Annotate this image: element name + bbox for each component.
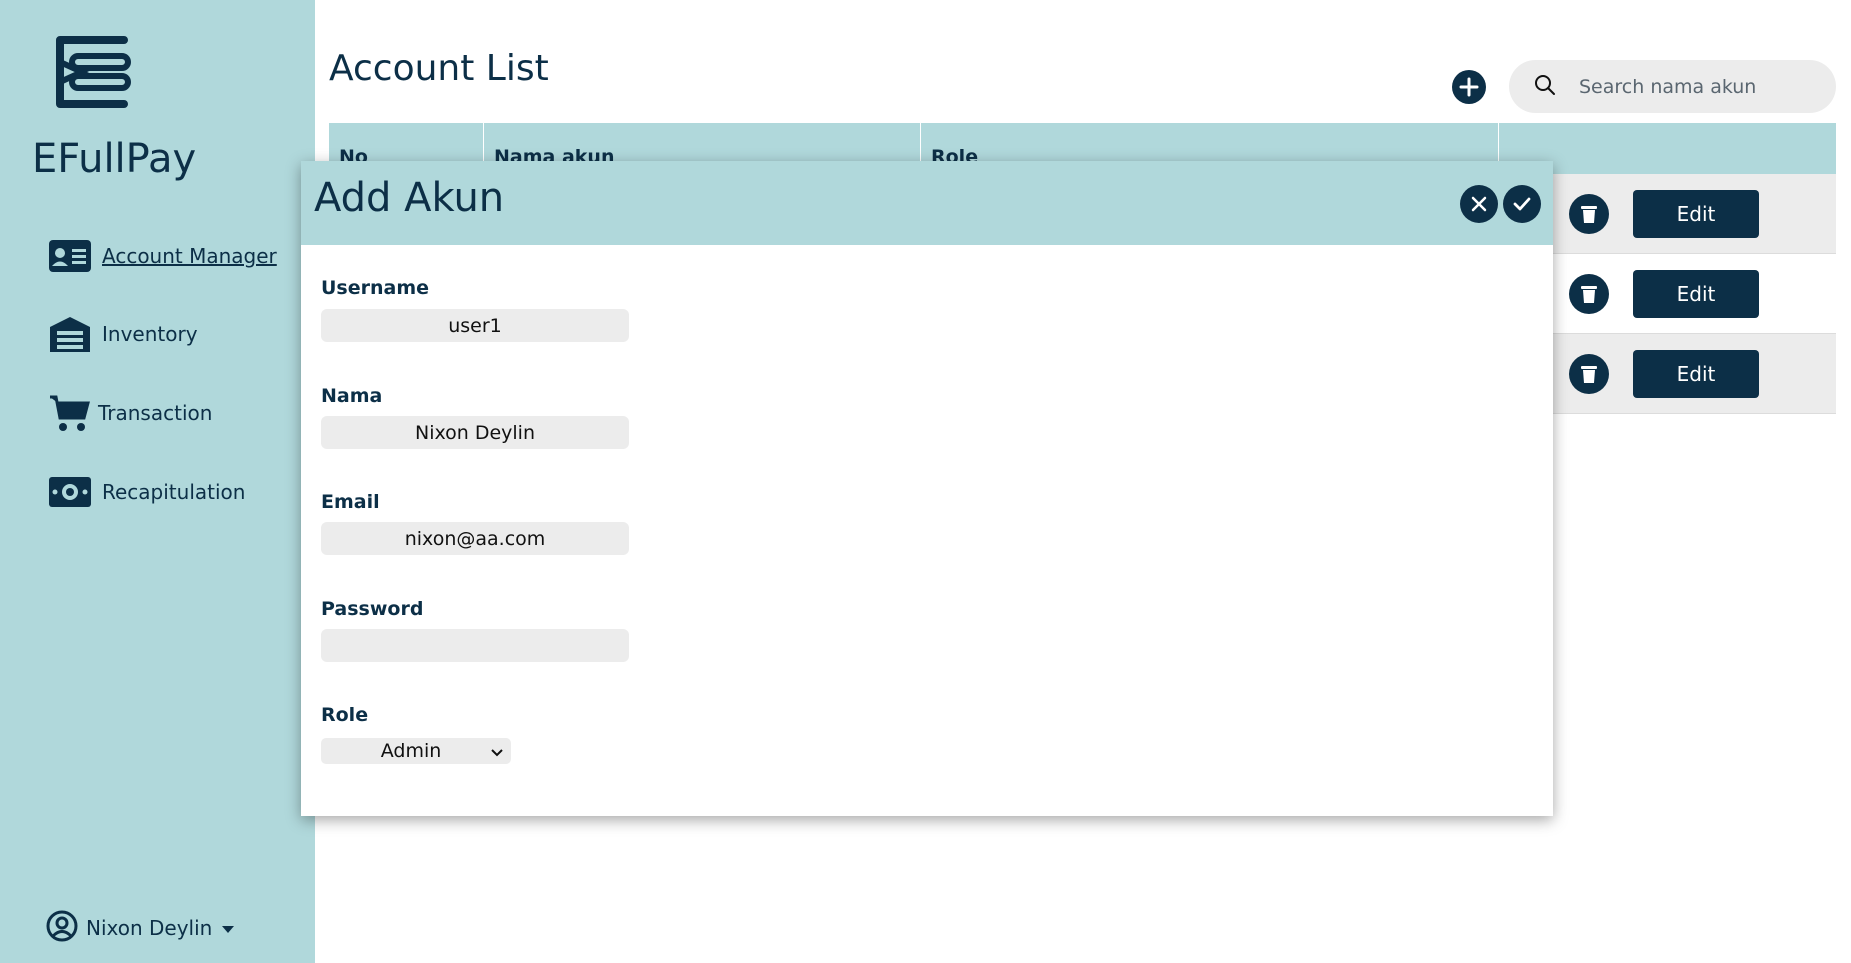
edit-button[interactable]: Edit xyxy=(1633,189,1759,238)
plus-icon xyxy=(1459,77,1479,97)
warehouse-icon xyxy=(48,314,94,354)
edit-button[interactable]: Edit xyxy=(1633,269,1759,318)
add-account-modal: Add Akun Username Nama Email Password Ro… xyxy=(301,161,1553,816)
nama-input[interactable] xyxy=(321,416,629,449)
user-menu[interactable]: Nixon Deylin xyxy=(46,910,235,946)
email-label: Email xyxy=(321,491,380,513)
delete-button[interactable] xyxy=(1569,353,1609,394)
trash-icon xyxy=(1581,205,1597,223)
search-input[interactable] xyxy=(1579,75,1819,98)
nama-label: Nama xyxy=(321,385,383,407)
edit-button[interactable]: Edit xyxy=(1633,349,1759,398)
password-input[interactable] xyxy=(321,629,629,662)
password-label: Password xyxy=(321,598,424,620)
role-label: Role xyxy=(321,704,369,726)
confirm-button[interactable] xyxy=(1503,185,1541,223)
sidebar-item-label: Account Manager xyxy=(102,244,277,268)
modal-title: Add Akun xyxy=(314,175,505,221)
sidebar-item-transaction[interactable]: Transaction xyxy=(48,391,212,435)
trash-icon xyxy=(1581,285,1597,303)
email-input[interactable] xyxy=(321,522,629,555)
id-card-icon xyxy=(48,236,94,276)
sidebar-item-label: Recapitulation xyxy=(102,480,246,504)
role-selected-value: Admin xyxy=(380,740,442,762)
brand-name: EFullPay xyxy=(32,136,197,182)
role-select[interactable]: Admin xyxy=(321,738,511,764)
sidebar-item-account-manager[interactable]: Account Manager xyxy=(48,234,277,278)
sidebar-item-label: Transaction xyxy=(98,401,213,425)
user-circle-icon xyxy=(46,910,78,946)
trash-icon xyxy=(1581,365,1597,383)
modal-header: Add Akun xyxy=(301,161,1553,245)
delete-button[interactable] xyxy=(1569,193,1609,234)
username-input[interactable] xyxy=(321,309,629,342)
efullpay-logo-icon xyxy=(56,36,131,108)
check-icon xyxy=(1513,197,1531,211)
app-root: EFullPay Account Manager Inventory Trans… xyxy=(0,0,1851,963)
user-name: Nixon Deylin xyxy=(86,916,213,940)
page-title: Account List xyxy=(329,48,549,89)
sidebar-item-recapitulation[interactable]: Recapitulation xyxy=(48,470,245,514)
close-icon xyxy=(1471,196,1487,212)
caret-down-icon xyxy=(222,919,235,938)
sidebar: EFullPay Account Manager Inventory Trans… xyxy=(0,0,315,963)
chevron-down-icon xyxy=(491,742,503,761)
sidebar-item-inventory[interactable]: Inventory xyxy=(48,312,198,356)
username-label: Username xyxy=(321,277,430,299)
search-bar xyxy=(1509,60,1836,113)
delete-button[interactable] xyxy=(1569,273,1609,314)
sidebar-item-label: Inventory xyxy=(102,322,198,346)
search-icon xyxy=(1533,73,1557,101)
cart-icon xyxy=(48,393,94,433)
close-button[interactable] xyxy=(1460,185,1498,223)
money-icon xyxy=(48,472,94,512)
add-account-button[interactable] xyxy=(1452,70,1486,104)
